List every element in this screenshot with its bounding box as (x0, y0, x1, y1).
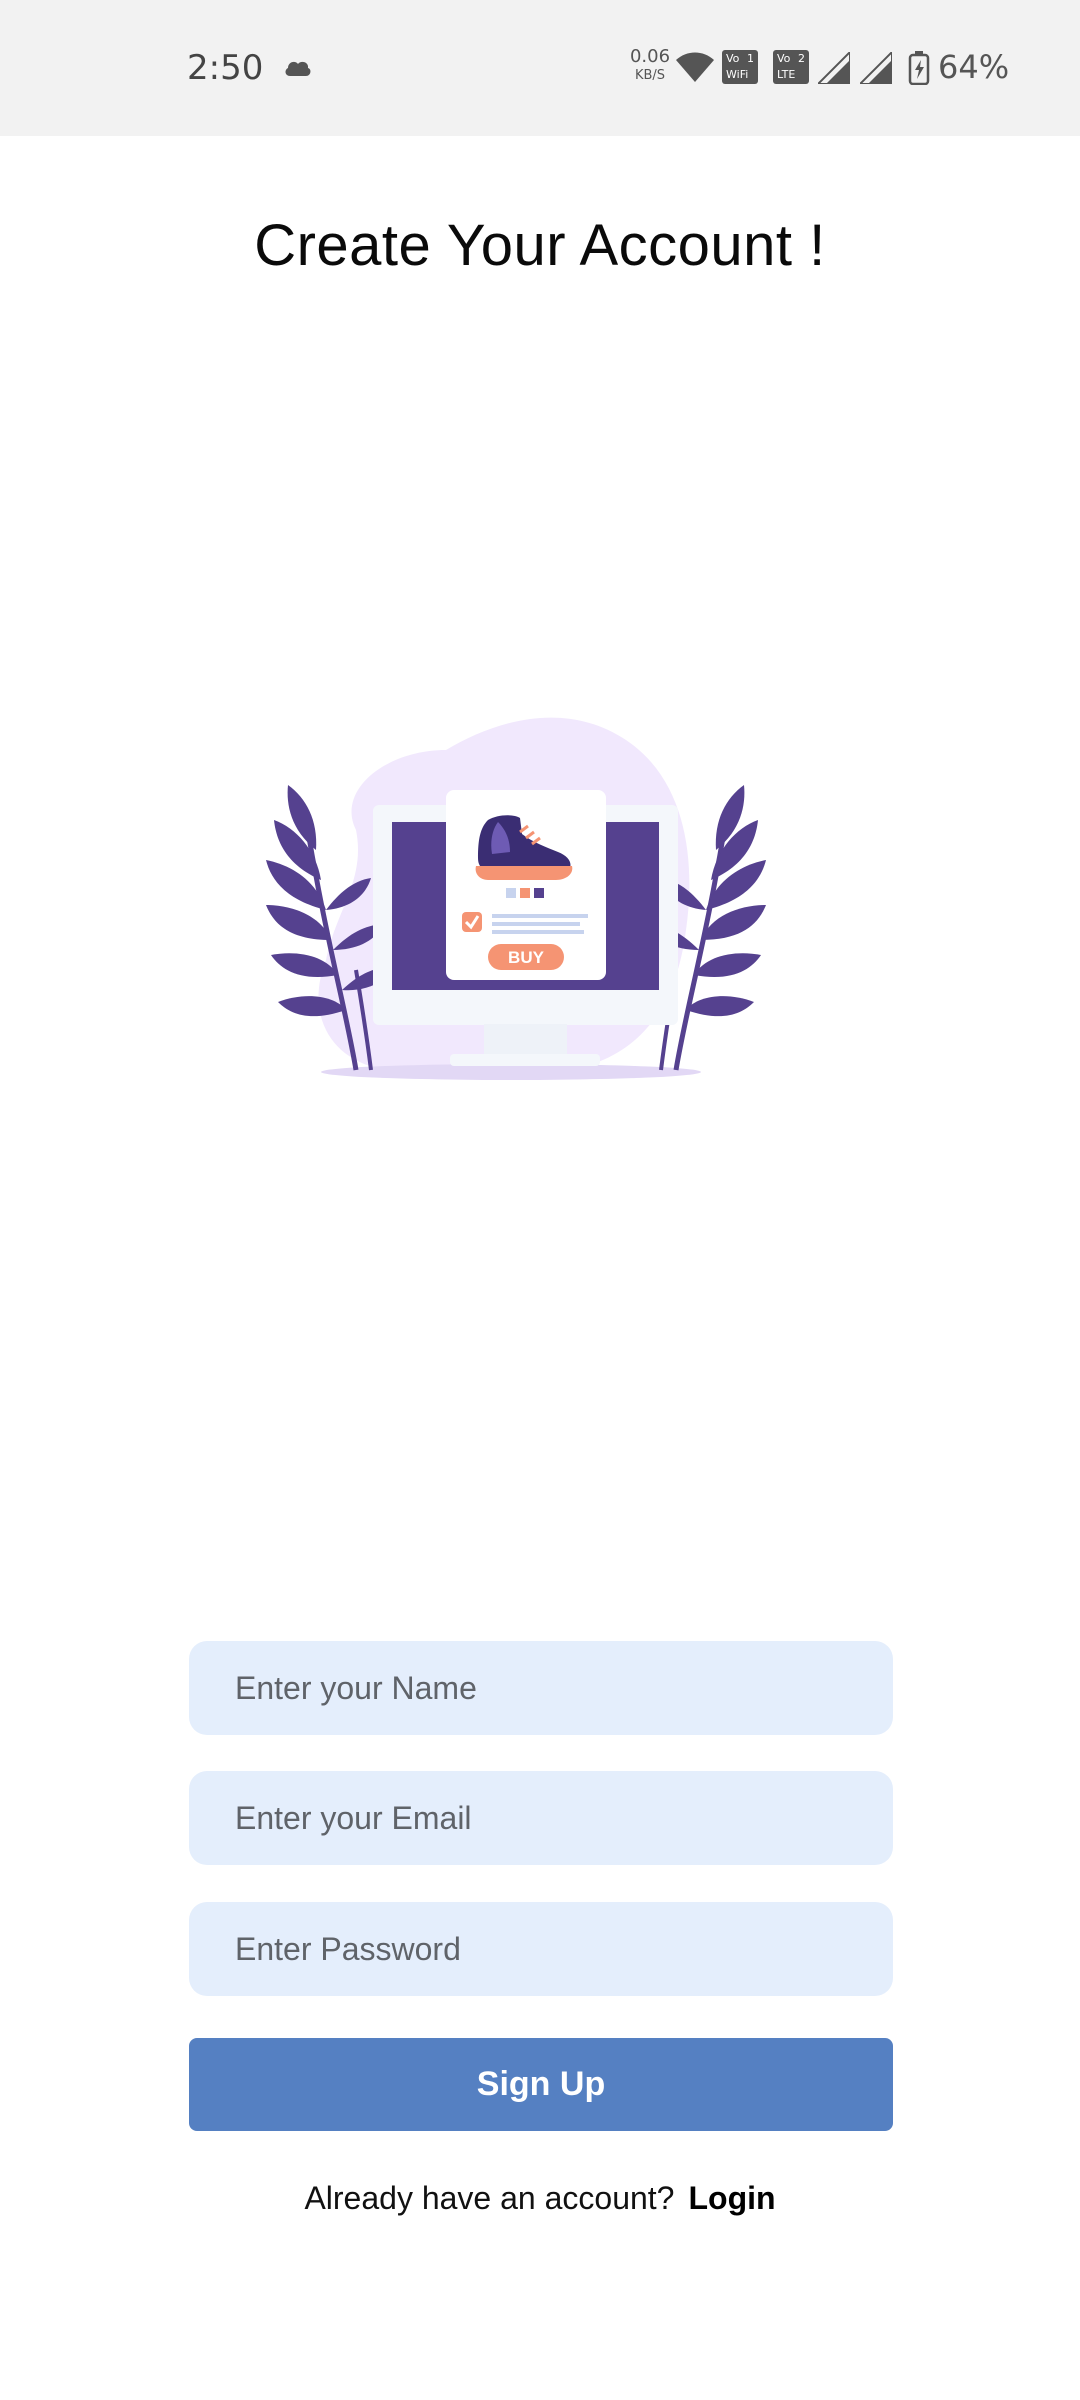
volte-icon: Vo 2 LTE (773, 50, 809, 84)
name-field[interactable] (189, 1641, 893, 1735)
product-card: BUY (446, 790, 606, 980)
login-link[interactable]: Login (688, 2180, 775, 2216)
swatch (520, 888, 530, 898)
login-row: Already have an account? Login (0, 2180, 1080, 2217)
volte-top-text: Vo (777, 52, 791, 65)
wifi-icon (676, 52, 714, 82)
swatch (534, 888, 544, 898)
email-field[interactable] (189, 1771, 893, 1865)
network-speed-unit: KB/S (634, 68, 666, 83)
check-icon (462, 912, 482, 932)
vowifi-bottom-text: WiFi (726, 68, 749, 81)
buy-text: BUY (508, 948, 545, 967)
shopping-illustration: BUY (266, 717, 766, 1080)
vowifi-index-text: 1 (747, 52, 754, 65)
status-time: 2:50 (187, 48, 264, 88)
signal-icon (860, 52, 892, 84)
battery-percent: 64% (938, 48, 1010, 86)
status-bar: 2:50 0.06 KB/S Vo 1 WiFi Vo 2 LTE 64% (0, 0, 1080, 136)
signal-icon (818, 52, 850, 84)
vowifi-top-text: Vo (726, 52, 740, 65)
battery-charging-icon (908, 51, 930, 85)
swatch (506, 888, 516, 898)
page-title: Create Your Account ! (254, 213, 826, 278)
network-speed: 0.06 KB/S (626, 46, 674, 83)
network-speed-value: 0.06 (629, 46, 671, 67)
volte-bottom-text: LTE (777, 68, 796, 81)
illustration-shadow (321, 1064, 701, 1080)
login-prompt: Already have an account? (304, 2180, 675, 2216)
password-field[interactable] (189, 1902, 893, 1996)
volte-index-text: 2 (798, 52, 805, 65)
sign-up-button[interactable]: Sign Up (189, 2038, 893, 2131)
vowifi-icon: Vo 1 WiFi (722, 50, 758, 84)
cloud-icon (285, 61, 311, 76)
